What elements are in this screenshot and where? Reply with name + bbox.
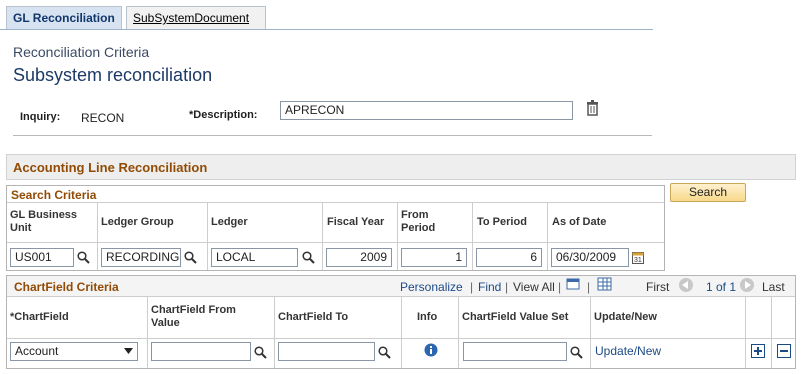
grid-divider <box>7 242 664 243</box>
criteria-title: Reconciliation Criteria <box>13 44 150 60</box>
chartfield-select[interactable]: Account <box>10 342 138 361</box>
row-range: 1 of 1 <box>706 280 737 294</box>
col-header-business-unit: GL Business Unit <box>10 209 78 234</box>
business-unit-input[interactable]: US001 <box>10 248 74 267</box>
col-header-from-period: From Period <box>401 209 436 234</box>
col-header-from-value: ChartField From Value <box>151 304 236 329</box>
add-row-icon[interactable] <box>751 344 765 358</box>
lookup-search-icon[interactable] <box>302 251 315 264</box>
col-header-info: Info <box>417 311 438 323</box>
chartfield-from-input[interactable] <box>151 342 251 361</box>
chartfield-to-input[interactable] <box>278 342 375 361</box>
delete-row-icon[interactable] <box>777 344 791 358</box>
tab-gl-reconciliation[interactable]: GL Reconciliation <box>6 6 122 30</box>
ledger-group-input[interactable]: RECORDING <box>101 248 181 267</box>
col-header-value-set: ChartField Value Set <box>462 311 569 323</box>
col-header-chartfield: *ChartField <box>10 311 69 323</box>
from-period-input[interactable]: 1 <box>401 248 467 267</box>
lookup-search-icon[interactable] <box>570 346 583 359</box>
col-header-to-period: To Period <box>477 216 527 228</box>
col-divider <box>401 296 402 368</box>
description-label: *Description: <box>189 109 258 121</box>
chevron-down-icon[interactable] <box>124 348 133 354</box>
lookup-search-icon[interactable] <box>254 346 267 359</box>
tab-label: GL Reconciliation <box>13 11 115 25</box>
separator: | <box>505 280 509 294</box>
download-spreadsheet-icon[interactable] <box>597 277 612 291</box>
tab-subsystem-document[interactable]: SubSystemDocument <box>126 6 266 30</box>
col-header-update-new: Update/New <box>594 311 657 323</box>
col-divider <box>397 202 398 270</box>
next-icon[interactable] <box>740 278 754 292</box>
search-criteria-title: Search Criteria <box>11 188 97 202</box>
first-label: First <box>646 280 670 294</box>
col-divider <box>274 296 275 368</box>
section-title: Accounting Line Reconciliation <box>13 160 208 175</box>
col-divider <box>590 296 591 368</box>
view-all-link[interactable]: View All <box>513 280 555 294</box>
col-divider <box>97 202 98 270</box>
col-divider <box>745 296 746 368</box>
previous-icon[interactable] <box>679 278 693 292</box>
lookup-search-icon[interactable] <box>184 251 197 264</box>
separator: | <box>470 280 474 294</box>
chartfield-select-value: Account <box>15 344 59 358</box>
col-divider <box>207 202 208 270</box>
lookup-search-icon[interactable] <box>77 251 90 264</box>
update-new-link[interactable]: Update/New <box>595 344 661 358</box>
col-header-ledger-group: Ledger Group <box>101 216 174 228</box>
find-link[interactable]: Find <box>478 280 501 294</box>
trash-icon[interactable] <box>586 100 599 116</box>
fiscal-year-input[interactable]: 2009 <box>326 248 392 267</box>
col-header-ledger: Ledger <box>211 216 248 228</box>
col-divider <box>322 202 323 270</box>
info-icon[interactable] <box>424 343 438 357</box>
to-period-input[interactable]: 6 <box>476 248 542 267</box>
inquiry-label: Inquiry: <box>20 111 61 123</box>
ledger-input[interactable]: LOCAL <box>211 248 298 267</box>
col-header-to: ChartField To <box>278 311 349 323</box>
lookup-search-icon[interactable] <box>378 346 391 359</box>
new-window-icon[interactable] <box>566 277 581 291</box>
col-divider <box>472 202 473 270</box>
section-header: Accounting Line Reconciliation <box>6 154 796 180</box>
col-header-as-of-date: As of Date <box>552 216 607 228</box>
tab-underline <box>0 29 653 30</box>
col-divider <box>147 296 148 368</box>
value-set-input[interactable] <box>463 342 567 361</box>
personalize-link[interactable]: Personalize <box>400 280 463 294</box>
page-title: Subsystem reconciliation <box>13 65 213 85</box>
col-divider <box>458 296 459 368</box>
svg-text:31: 31 <box>634 257 642 264</box>
grid-divider <box>7 202 664 203</box>
description-input[interactable]: APRECON <box>280 101 573 120</box>
tab-label: SubSystemDocument <box>133 11 250 25</box>
col-divider <box>547 202 548 270</box>
separator: | <box>558 280 562 294</box>
separator: | <box>587 280 591 294</box>
col-divider <box>771 296 772 368</box>
divider <box>13 135 652 136</box>
calendar-icon[interactable]: 31 <box>632 250 644 264</box>
search-button[interactable]: Search <box>670 183 746 202</box>
chartfield-criteria-title: ChartField Criteria <box>14 280 119 294</box>
inquiry-value: RECON <box>81 111 125 125</box>
last-label: Last <box>762 280 785 294</box>
as-of-date-input[interactable]: 06/30/2009 <box>551 248 629 267</box>
col-header-fiscal-year: Fiscal Year <box>327 216 385 228</box>
